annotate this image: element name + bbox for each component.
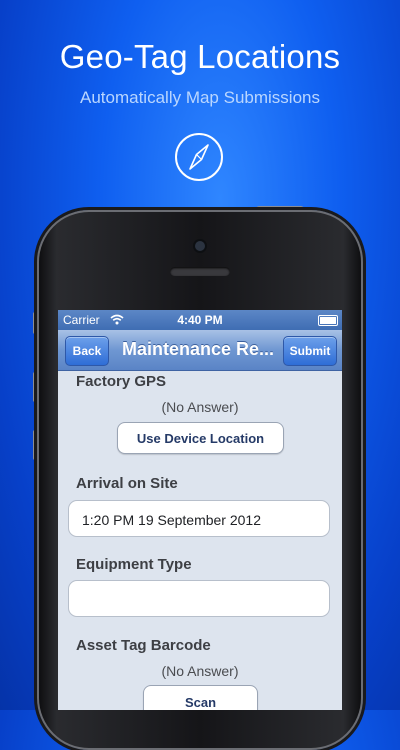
status-time: 4:40 PM bbox=[177, 313, 223, 327]
factory-gps-label: Factory GPS bbox=[76, 373, 167, 390]
back-button[interactable]: Back bbox=[65, 336, 109, 366]
earpiece-speaker bbox=[170, 267, 230, 276]
nav-title: Maintenance Re... bbox=[121, 339, 275, 359]
use-device-location-button[interactable]: Use Device Location bbox=[117, 422, 284, 454]
submit-button[interactable]: Submit bbox=[283, 336, 337, 366]
asset-tag-barcode-value: (No Answer) bbox=[161, 663, 239, 679]
equipment-type-label: Equipment Type bbox=[76, 556, 192, 573]
factory-gps-value: (No Answer) bbox=[161, 399, 239, 415]
app-store-screenshot: { "promo": { "headline": "Geo-Tag Locati… bbox=[0, 0, 400, 750]
scan-button[interactable]: Scan bbox=[143, 685, 258, 710]
front-camera bbox=[195, 241, 205, 251]
equipment-type-field[interactable] bbox=[68, 580, 330, 617]
arrival-on-site-label: Arrival on Site bbox=[76, 475, 178, 492]
promo-headline: Geo-Tag Locations bbox=[59, 38, 341, 75]
status-bar: Carrier 4:40 PM bbox=[58, 310, 342, 330]
phone-screen: Carrier 4:40 PM Back Maintenance Re... S… bbox=[58, 310, 342, 710]
compass-icon bbox=[175, 133, 223, 181]
arrival-on-site-field[interactable]: 1:20 PM 19 September 2012 bbox=[68, 500, 330, 537]
battery-icon bbox=[318, 315, 338, 326]
asset-tag-barcode-label: Asset Tag Barcode bbox=[76, 637, 211, 654]
navigation-bar: Back Maintenance Re... Submit bbox=[58, 330, 342, 371]
promo-subheadline: Automatically Map Submissions bbox=[80, 88, 320, 107]
